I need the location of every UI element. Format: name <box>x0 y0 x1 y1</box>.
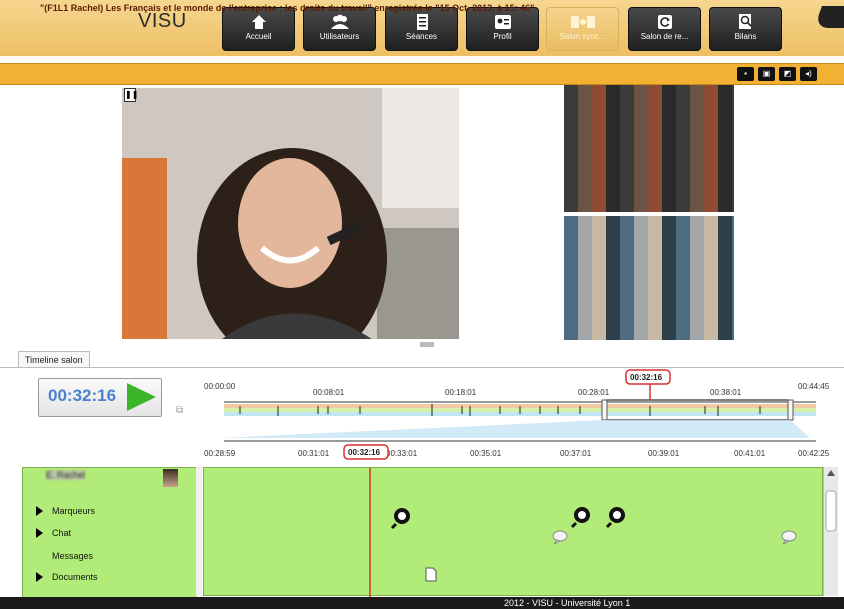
document-icon[interactable] <box>425 567 437 582</box>
nav-button-profil[interactable]: Profil <box>466 7 539 51</box>
expand-arrow-icon[interactable] <box>36 506 43 516</box>
document-list-icon <box>416 14 428 30</box>
nav-button-bilans[interactable]: Bilans <box>709 7 782 51</box>
marker-icon[interactable] <box>605 507 625 529</box>
zoom-tick-label: 00:41:01 <box>734 449 766 458</box>
marker-icon[interactable] <box>390 508 410 530</box>
zoom-window-handle-right[interactable] <box>787 399 794 421</box>
overview-tick-label: 00:28:01 <box>578 388 610 397</box>
timeline-ruler[interactable]: 00:00:00 00:44:45 00:08:01 00:18:01 00:2… <box>200 368 840 465</box>
track-label-documents[interactable]: Documents <box>52 572 98 582</box>
scrollbar-thumb[interactable] <box>825 490 837 532</box>
volume-icon[interactable]: ◂) <box>800 67 817 81</box>
marker-icon[interactable] <box>570 507 590 529</box>
nav-button-salon-sync: Salon sync... <box>546 7 619 51</box>
video-frame <box>122 88 459 339</box>
session-title: "(F1L1 Rachel) Les Français et le monde … <box>40 3 535 13</box>
users-icon <box>330 14 349 29</box>
nav-label: Séances <box>405 32 438 41</box>
participant-video-2[interactable] <box>564 216 734 340</box>
report-search-icon <box>738 14 752 29</box>
app-title: VISU <box>138 10 187 32</box>
zoom-marker-label: 00:32:16 <box>348 448 381 457</box>
nav-label: Utilisateurs <box>319 32 360 41</box>
scroll-up-icon[interactable] <box>827 470 835 476</box>
participant-video-1[interactable] <box>564 85 734 212</box>
track-label-chat[interactable]: Chat <box>52 528 71 538</box>
nav-label: Accueil <box>245 32 272 41</box>
nav-label: Salon de re... <box>640 32 689 41</box>
nav-label: Bilans <box>734 32 757 41</box>
tracks-area[interactable] <box>203 467 823 597</box>
zoom-tick-label: 00:37:01 <box>560 449 592 458</box>
overview-tick-label: 00:18:01 <box>445 388 477 397</box>
zoom-tick-label: 00:31:01 <box>298 449 330 458</box>
session-title-bar <box>0 63 844 85</box>
overview-tick-label: 00:08:01 <box>313 388 345 397</box>
detach-icon[interactable]: ⧉ <box>176 405 183 416</box>
expand-arrow-icon[interactable] <box>36 572 43 582</box>
overview-start-label: 00:00:00 <box>204 382 236 391</box>
nav-button-utilisateurs[interactable]: Utilisateurs <box>303 7 376 51</box>
zoom-tick-label: 00:39:01 <box>648 449 680 458</box>
footer <box>0 597 844 609</box>
avatar <box>163 469 178 487</box>
chat-bubble-icon[interactable] <box>781 530 797 545</box>
overview-tick-label: 00:38:01 <box>710 388 742 397</box>
panel-splitter[interactable] <box>196 467 202 596</box>
chat-bubble-icon[interactable] <box>552 530 568 545</box>
profile-card-icon <box>494 15 511 29</box>
user-name: E. Rachel <box>46 470 86 480</box>
zoom-window-handle-left[interactable] <box>601 399 608 421</box>
layout-icon[interactable]: ◩ <box>779 67 796 81</box>
tab-timeline-salon[interactable]: Timeline salon <box>18 351 90 368</box>
expand-arrow-icon[interactable] <box>36 528 43 538</box>
refresh-icon <box>657 15 672 29</box>
track-label-messages: Messages <box>52 551 94 561</box>
snapshot-icon[interactable]: ▣ <box>758 67 775 81</box>
track-label-marqueurs[interactable]: Marqueurs <box>52 506 95 516</box>
zoom-end-label: 00:42:25 <box>798 449 830 458</box>
zoom-tick-label: 00:35:01 <box>470 449 502 458</box>
tracks-scrollbar[interactable] <box>823 467 838 596</box>
panel-resize-handle[interactable] <box>420 342 434 347</box>
zoom-projection <box>220 420 810 438</box>
pause-icon[interactable]: ❚❚ <box>124 88 138 102</box>
play-icon[interactable] <box>124 381 158 413</box>
nav-label: Profil <box>493 32 512 41</box>
zoom-start-label: 00:28:59 <box>204 449 236 458</box>
zoom-tick-label: 00:33:01 <box>386 449 418 458</box>
camera-icon[interactable]: ▪ <box>737 67 754 81</box>
nav-button-seances[interactable]: Séances <box>385 7 458 51</box>
nav-label: Salon sync... <box>559 32 606 41</box>
tracks-canvas <box>369 468 797 597</box>
footer-text: 2012 - VISU - Université Lyon 1 <box>504 598 631 608</box>
home-icon <box>251 15 266 29</box>
main-video-player[interactable] <box>122 88 459 339</box>
overview-marker-label: 00:32:16 <box>630 373 663 382</box>
sync-room-icon <box>570 16 595 28</box>
current-time-display: 00:32:16 <box>48 386 117 405</box>
nav-button-salon-de-relecture[interactable]: Salon de re... <box>628 7 701 51</box>
nav-button-accueil[interactable]: Accueil <box>222 7 295 51</box>
overview-end-label: 00:44:45 <box>798 382 830 391</box>
